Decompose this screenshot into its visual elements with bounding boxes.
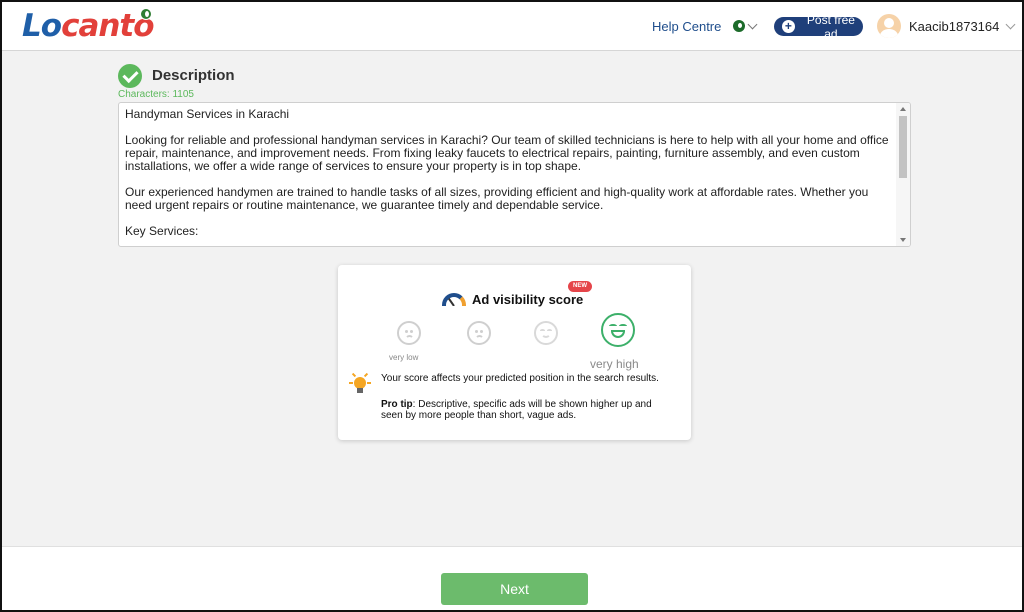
next-button[interactable]: Next (441, 573, 588, 605)
description-text[interactable]: Handyman Services in Karachi Looking for… (125, 108, 891, 238)
app-window: Locanto Help Centre + Post free ad Kaaci… (0, 0, 1024, 612)
pakistan-flag-icon (733, 20, 745, 32)
score-explanation: Your score affects your predicted positi… (381, 373, 659, 384)
logo-text: Locanto (22, 8, 155, 44)
country-flag-icon (140, 8, 152, 20)
plus-icon: + (782, 20, 795, 33)
pro-tip: Pro tip: Descriptive, specific ads will … (381, 399, 676, 421)
ad-visibility-card: NEW Ad visibility score very low very hi… (338, 265, 691, 440)
chevron-down-icon (747, 19, 758, 29)
score-high-label: very high (590, 357, 639, 371)
description-heading: Description (118, 63, 235, 88)
top-bar: Locanto Help Centre + Post free ad Kaaci… (2, 2, 1022, 51)
avatar (877, 14, 901, 38)
character-count: Characters: 1105 (118, 89, 194, 100)
post-free-ad-label: Post free ad (806, 12, 855, 41)
chevron-down-icon (1005, 19, 1016, 29)
checkmark-icon (118, 63, 142, 88)
scroll-down-icon[interactable] (900, 238, 906, 242)
user-menu[interactable]: Kaacib1873164 (877, 14, 1016, 38)
country-selector[interactable] (733, 18, 759, 34)
scrollbar-thumb[interactable] (899, 116, 907, 178)
description-textarea[interactable]: Handyman Services in Karachi Looking for… (118, 102, 911, 247)
visibility-title-row: Ad visibility score (442, 291, 583, 307)
username: Kaacib1873164 (909, 18, 1000, 34)
visibility-title: Ad visibility score (472, 291, 584, 307)
scroll-up-icon[interactable] (900, 107, 906, 111)
pro-tip-text: : Descriptive, specific ads will be show… (381, 399, 652, 421)
score-low-label: very low (389, 353, 419, 362)
sad-face-icon (467, 321, 491, 345)
description-scrollbar[interactable] (896, 103, 910, 246)
help-centre-link[interactable]: Help Centre (652, 19, 721, 34)
very-happy-face-icon (601, 313, 635, 347)
locanto-logo[interactable]: Locanto (22, 8, 155, 44)
post-free-ad-button[interactable]: + Post free ad (774, 13, 863, 41)
pro-tip-label: Pro tip (381, 399, 413, 410)
lightbulb-icon (349, 372, 371, 396)
happy-face-icon (534, 321, 558, 345)
very-sad-face-icon (397, 321, 421, 345)
gauge-icon (442, 292, 466, 306)
description-title: Description (152, 67, 235, 84)
footer-bar: Next (2, 546, 1022, 610)
